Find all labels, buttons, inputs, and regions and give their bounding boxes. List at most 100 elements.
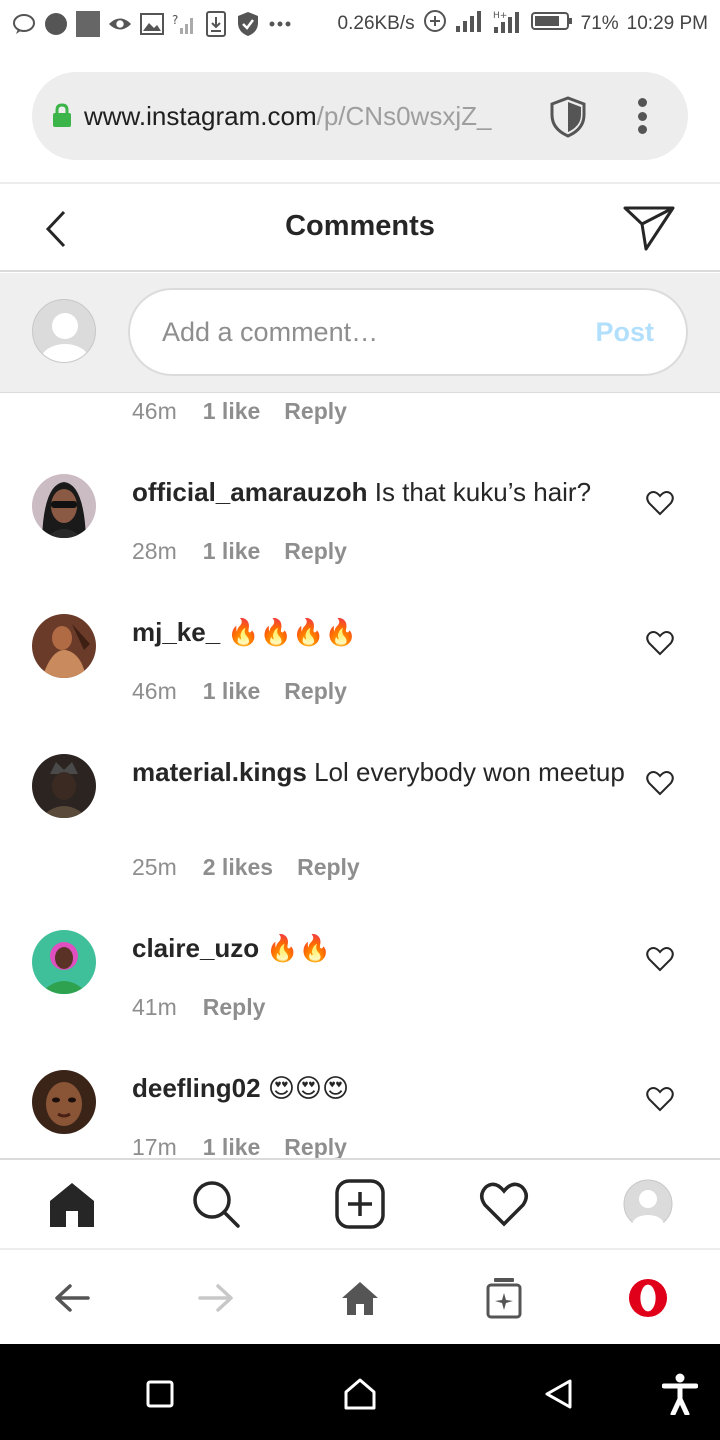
eye-icon bbox=[108, 12, 132, 36]
back-arrow-icon[interactable] bbox=[52, 1278, 92, 1318]
more-notifications-icon bbox=[268, 12, 292, 36]
svg-text:?: ? bbox=[172, 13, 178, 27]
comment-text: mj_ke_ 🔥🔥🔥🔥 bbox=[132, 614, 628, 650]
comment-likes[interactable]: 2 likes bbox=[203, 854, 273, 881]
instagram-bottom-nav bbox=[0, 1158, 720, 1246]
reply-button[interactable]: Reply bbox=[284, 678, 347, 705]
url-field[interactable]: www.instagram.com/p/CNs0wsxjZ_ bbox=[32, 72, 688, 160]
profile-icon[interactable] bbox=[622, 1178, 674, 1230]
comment-body: 🔥🔥 bbox=[259, 933, 332, 963]
comment-meta: 46m 1 like Reply bbox=[132, 678, 347, 705]
home-circle-icon[interactable] bbox=[340, 1374, 380, 1414]
comment-likes[interactable]: 1 like bbox=[203, 398, 261, 425]
comments-list: 46m 1 like Reply official_amarauzoh Is t… bbox=[0, 394, 720, 1158]
status-bar: ? 0.26KB/s H+ 71% 10:29 PM bbox=[0, 0, 720, 48]
signal-h-icon: H+ bbox=[493, 9, 523, 39]
comment-username[interactable]: mj_ke_ bbox=[132, 617, 220, 647]
circle-app-icon bbox=[44, 12, 68, 36]
opera-icon[interactable] bbox=[628, 1278, 668, 1318]
forward-arrow-icon[interactable] bbox=[196, 1278, 236, 1318]
avatar[interactable] bbox=[32, 1070, 96, 1134]
comment-body: 🔥🔥🔥🔥 bbox=[220, 617, 357, 647]
home-icon[interactable] bbox=[46, 1178, 98, 1230]
back-triangle-icon[interactable] bbox=[538, 1374, 578, 1414]
square-app-icon bbox=[76, 11, 100, 37]
battery-icon bbox=[530, 11, 573, 37]
search-icon[interactable] bbox=[190, 1178, 242, 1230]
shield-check-icon bbox=[236, 12, 260, 36]
comment-username[interactable]: claire_uzo bbox=[132, 933, 259, 963]
comment-username[interactable]: deefling02 bbox=[132, 1073, 261, 1103]
reply-button[interactable]: Reply bbox=[297, 854, 360, 881]
avatar bbox=[32, 299, 96, 363]
recents-square-icon[interactable] bbox=[140, 1374, 180, 1414]
download-icon bbox=[204, 11, 228, 37]
comment-username[interactable]: official_amarauzoh bbox=[132, 477, 368, 507]
comment-meta: 28m 1 like Reply bbox=[132, 538, 347, 565]
chat-bubble-icon bbox=[12, 12, 36, 36]
comment-body: Lol everybody won meetup bbox=[306, 757, 625, 787]
notification-icons: ? bbox=[12, 11, 292, 37]
system-status: 0.26KB/s H+ 71% 10:29 PM bbox=[338, 9, 708, 39]
comment-time: 46m bbox=[132, 678, 177, 704]
lock-icon bbox=[52, 103, 72, 127]
comment-time: 25m bbox=[132, 854, 177, 880]
clock: 10:29 PM bbox=[626, 13, 708, 34]
direct-send-icon[interactable] bbox=[622, 204, 676, 252]
avatar[interactable] bbox=[32, 474, 96, 538]
comment-likes[interactable]: 1 like bbox=[203, 1134, 261, 1158]
comment-time: 28m bbox=[132, 538, 177, 564]
post-button[interactable]: Post bbox=[595, 317, 654, 348]
no-signal-icon: ? bbox=[172, 12, 196, 36]
ad-block-shield-icon[interactable] bbox=[548, 96, 588, 138]
activity-heart-icon[interactable] bbox=[478, 1178, 530, 1230]
android-nav-bar bbox=[0, 1344, 720, 1440]
comment-input-wrapper: Post bbox=[128, 288, 688, 376]
like-heart-icon[interactable] bbox=[646, 490, 674, 516]
signal-icon bbox=[455, 10, 485, 38]
comment-text: official_amarauzoh Is that kuku’s hair? bbox=[132, 474, 628, 510]
comment-text: claire_uzo 🔥🔥 bbox=[132, 930, 628, 966]
data-saver-icon bbox=[423, 9, 447, 39]
comment-input[interactable] bbox=[162, 316, 596, 348]
browser-bottom-nav bbox=[0, 1248, 720, 1344]
image-icon bbox=[140, 12, 164, 36]
like-heart-icon[interactable] bbox=[646, 946, 674, 972]
comment-meta: 41m Reply bbox=[132, 994, 265, 1021]
comment-username[interactable]: material.kings bbox=[132, 757, 307, 787]
comment-body: Is that kuku’s hair? bbox=[367, 477, 592, 507]
accessibility-icon[interactable] bbox=[660, 1373, 700, 1415]
comment-time: 46m bbox=[132, 398, 177, 424]
svg-text:H+: H+ bbox=[493, 11, 507, 21]
like-heart-icon[interactable] bbox=[646, 770, 674, 796]
comment-time: 41m bbox=[132, 994, 177, 1020]
reply-button[interactable]: Reply bbox=[284, 1134, 347, 1158]
browser-home-icon[interactable] bbox=[340, 1278, 380, 1318]
comment-text: deefling02 😍😍😍 bbox=[132, 1070, 628, 1106]
battery-percent: 71% bbox=[580, 13, 619, 34]
url-domain: www.instagram.com bbox=[84, 100, 317, 131]
reply-button[interactable]: Reply bbox=[284, 398, 347, 425]
url-path: /p/CNs0wsxjZ_ bbox=[316, 100, 492, 131]
browser-menu-icon[interactable] bbox=[636, 98, 648, 134]
reply-button[interactable]: Reply bbox=[284, 538, 347, 565]
tabs-icon[interactable] bbox=[484, 1278, 524, 1319]
avatar[interactable] bbox=[32, 754, 96, 818]
comment-meta: 46m 1 like Reply bbox=[132, 398, 347, 425]
network-speed: 0.26KB/s bbox=[337, 13, 415, 34]
comment-composer: Post bbox=[0, 273, 720, 393]
page-title: Comments bbox=[285, 210, 435, 242]
comments-header: Comments bbox=[0, 186, 720, 272]
comment-likes[interactable]: 1 like bbox=[203, 678, 261, 705]
new-post-icon[interactable] bbox=[334, 1178, 386, 1230]
avatar[interactable] bbox=[32, 930, 96, 994]
url-text: www.instagram.com/p/CNs0wsxjZ_ bbox=[84, 101, 524, 132]
like-heart-icon[interactable] bbox=[646, 630, 674, 656]
comment-meta: 17m 1 like Reply bbox=[132, 1134, 347, 1158]
comment-body: 😍😍😍 bbox=[260, 1073, 350, 1103]
comment-likes[interactable]: 1 like bbox=[203, 538, 261, 565]
comment-text: material.kings Lol everybody won meetup bbox=[132, 754, 628, 790]
avatar[interactable] bbox=[32, 614, 96, 678]
reply-button[interactable]: Reply bbox=[203, 994, 266, 1021]
like-heart-icon[interactable] bbox=[646, 1086, 674, 1112]
